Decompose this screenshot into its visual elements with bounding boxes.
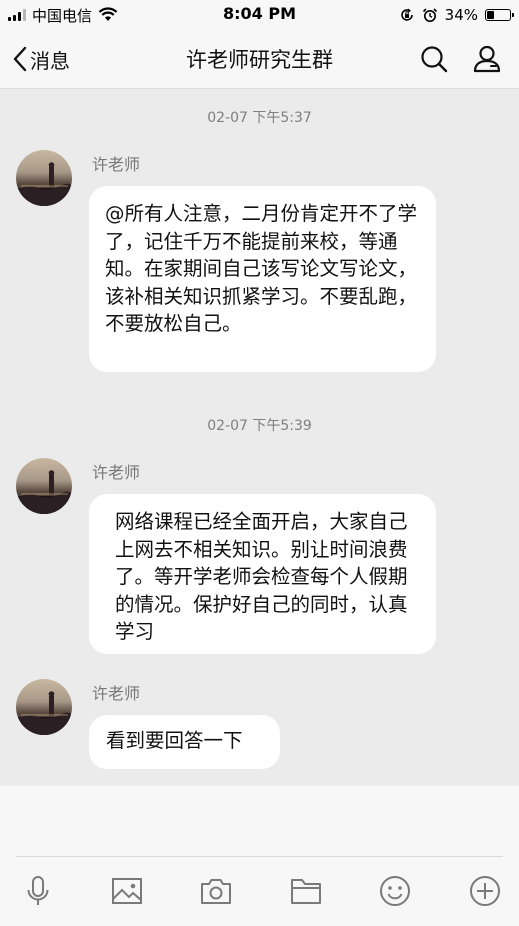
avatar[interactable] xyxy=(16,150,72,206)
folder-icon xyxy=(291,879,321,904)
person-icon xyxy=(473,45,501,73)
message-bubble[interactable]: 网络课程已经全面开启，大家自己上网去不相关知识。别让时间浪费了。等开学老师会检查… xyxy=(89,494,436,654)
message-timestamp: 02-07 下午5:37 xyxy=(207,110,312,126)
rotation-lock-icon xyxy=(400,8,413,21)
avatar[interactable] xyxy=(16,458,72,514)
file-button[interactable] xyxy=(289,874,323,908)
group-members-button[interactable] xyxy=(472,44,502,74)
emoji-button[interactable] xyxy=(378,874,412,908)
input-bar xyxy=(0,786,519,926)
message-bubble[interactable]: @所有人注意，二月份肯定开不了学了，记住千万不能提前来校，等通知。在家期间自己该… xyxy=(89,186,436,372)
message-text: @所有人注意，二月份肯定开不了学了，记住千万不能提前来校，等通知。在家期间自己该… xyxy=(105,202,418,335)
message-text: 网络课程已经全面开启，大家自己上网去不相关知识。别让时间浪费了。等开学老师会检查… xyxy=(115,510,408,643)
search-button[interactable] xyxy=(419,44,449,74)
battery-fill xyxy=(487,11,494,19)
message-text: 看到要回答一下 xyxy=(106,729,243,752)
plus-icon xyxy=(470,876,500,906)
image-icon xyxy=(112,878,142,904)
avatar[interactable] xyxy=(16,679,72,735)
avatar-image xyxy=(16,470,72,514)
avatar-image xyxy=(16,162,72,206)
chat-area[interactable]: 02-07 下午5:37 许老师 @所有人注意，二月份肯定开不了学了，记住千万不… xyxy=(0,89,519,786)
nav-bar: 消息 许老师研究生群 xyxy=(0,30,519,89)
avatar-image xyxy=(16,691,72,735)
battery-percent: 34% xyxy=(444,6,478,24)
message-bubble[interactable]: 看到要回答一下 xyxy=(89,715,280,769)
alarm-icon xyxy=(422,8,437,22)
emoji-icon xyxy=(380,876,410,906)
input-toolbar xyxy=(0,874,519,908)
camera-icon xyxy=(201,879,231,904)
camera-button[interactable] xyxy=(199,874,233,908)
photo-button[interactable] xyxy=(110,874,144,908)
message-timestamp: 02-07 下午5:39 xyxy=(207,418,312,434)
sender-name: 许老师 xyxy=(92,463,141,482)
voice-button[interactable] xyxy=(21,874,55,908)
more-button[interactable] xyxy=(468,874,502,908)
sender-name: 许老师 xyxy=(92,155,141,174)
status-bar: 中国电信 8:04 PM 34% xyxy=(0,0,519,30)
search-icon xyxy=(421,46,448,73)
microphone-icon xyxy=(27,876,49,905)
status-right: 34% xyxy=(399,4,514,26)
message-input[interactable] xyxy=(16,786,503,857)
sender-name: 许老师 xyxy=(92,684,141,703)
battery-icon xyxy=(485,9,514,21)
